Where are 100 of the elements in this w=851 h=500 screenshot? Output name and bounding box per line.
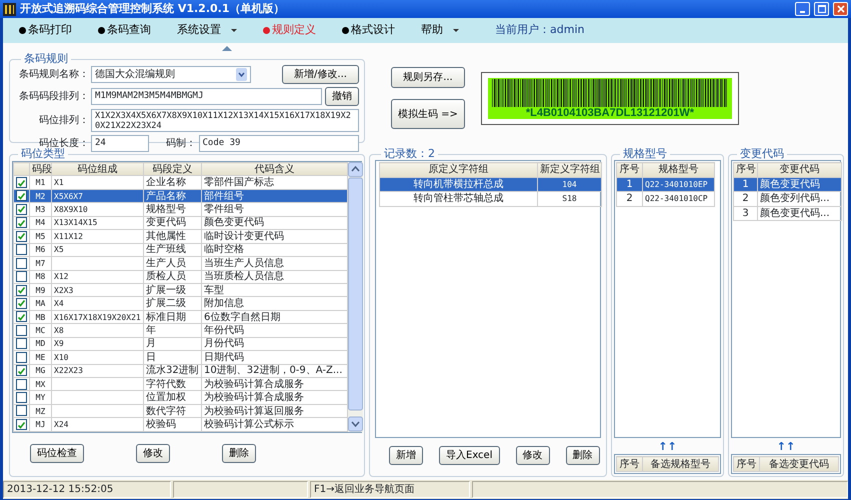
table-row[interactable]: 1 Q22-3401010EP xyxy=(616,177,714,192)
field-label: 条码规则名称： xyxy=(18,68,89,82)
table-cell: 为校验码计算返回服务 xyxy=(202,404,348,418)
table-cell: 为校验码计算合成服务 xyxy=(202,390,348,404)
menu-item[interactable]: 条码查询 xyxy=(96,22,153,39)
table-cell: 月 xyxy=(144,337,202,351)
position-sequence-field[interactable]: X1X2X3X4X5X6X7X8X9X10X11X12X13X14X15X16X17X18X19X20X21X22X23X24 xyxy=(91,109,359,132)
column-header[interactable]: 码位组成 xyxy=(52,162,144,176)
table-row[interactable]: M7 生产人员 当班生产人员信息 xyxy=(14,256,348,270)
column-header[interactable]: 序号 xyxy=(616,162,642,177)
column-header[interactable]: 序号 xyxy=(734,456,760,472)
field-label: 码位排列： xyxy=(38,114,89,128)
move-up-arrows[interactable]: ↑↑ xyxy=(731,440,841,454)
menu-item[interactable]: 格式设计 xyxy=(340,22,397,39)
table-cell: 6位数字自然日期 xyxy=(202,310,348,324)
table-cell: 生产班线 xyxy=(144,243,202,257)
action-button[interactable]: 新增 xyxy=(389,446,423,464)
table-cell: 其他属性 xyxy=(144,230,202,244)
table-row[interactable]: M2 X5X6X7 产品名称 部件组号 xyxy=(14,189,348,203)
table-row[interactable]: MA X4 扩展二级 附加信息 xyxy=(14,296,348,310)
length-field[interactable]: 24 xyxy=(91,135,149,152)
add-edit-button[interactable]: 新增/修改... xyxy=(282,65,359,84)
table-row[interactable]: M1 X1 企业名称 零部件国产标志 xyxy=(14,176,348,190)
column-header[interactable]: 代码含义 xyxy=(202,162,348,176)
move-up-arrows[interactable]: ↑↑ xyxy=(614,440,721,454)
segment-sequence-field[interactable]: M1M9MAM2M3M5M4MBMGMJ xyxy=(91,88,322,105)
action-button[interactable]: 码位检查 xyxy=(30,444,84,462)
column-header[interactable]: 变更代码 xyxy=(758,162,842,177)
table-row[interactable]: MC X8 年 年份代码 xyxy=(14,324,348,338)
table-cell: MZ xyxy=(30,404,52,418)
simulate-button[interactable]: 模拟生码 => xyxy=(391,99,465,129)
action-button[interactable]: 删除 xyxy=(222,444,256,462)
table-row[interactable]: MY 位置加权 为校验码计算合成服务 xyxy=(14,390,348,404)
current-user-label: 当前用户：admin xyxy=(495,22,584,38)
save-as-button[interactable]: 规则另存... xyxy=(391,67,465,88)
table-row[interactable]: M6 X5 生产班线 临时空格 xyxy=(14,243,348,257)
table-cell: 月份代码 xyxy=(202,337,348,351)
table-cell: 标准日期 xyxy=(144,310,202,324)
menu-item[interactable]: 帮助 xyxy=(419,22,461,39)
table-cell: S18 xyxy=(538,192,602,206)
table-row[interactable]: MG X22X23 流水32进制 10进制、32进制，0-9、A-Z... xyxy=(14,364,348,378)
table-cell: MB xyxy=(30,310,52,324)
table-cell: 颜色变更代码 xyxy=(758,177,842,192)
table-row[interactable]: 2 Q22-3401010CP xyxy=(616,192,714,206)
table-row[interactable]: MJ X24 校验码 校验码计算公式标示 xyxy=(14,418,348,432)
table-row[interactable]: M9 X2X3 扩展一级 车型 xyxy=(14,283,348,297)
table-row[interactable]: M4 X13X14X15 变更代码 颜色变更代码 xyxy=(14,216,348,230)
table-cell: 2 xyxy=(734,192,758,206)
barcode-text: *L4B0104103BA7DL13121201W* xyxy=(526,106,694,118)
table-cell: 104 xyxy=(538,177,602,192)
table-row[interactable]: MX 字符代数 为校验码计算合成服务 xyxy=(14,378,348,391)
column-header[interactable]: 规格型号 xyxy=(642,162,714,177)
table-cell: MX xyxy=(30,378,52,391)
table-row[interactable]: MD X9 月 月份代码 xyxy=(14,337,348,351)
table-row[interactable]: 1 颜色变更代码 xyxy=(734,177,842,192)
action-button[interactable]: 修改 xyxy=(136,444,170,462)
table-cell: 生产人员 xyxy=(144,256,202,270)
table-cell: X4 xyxy=(52,296,144,310)
group-title: 条码规则 xyxy=(23,53,69,65)
table-cell: 颜色变更代码 xyxy=(202,216,348,230)
column-header[interactable]: 备选变更代码 xyxy=(760,456,838,472)
action-button[interactable]: 导入Excel xyxy=(439,446,500,464)
menu-item[interactable]: 规则定义 xyxy=(261,22,318,39)
table-cell: 字符代数 xyxy=(144,378,202,391)
column-header[interactable]: 原定义字符组 xyxy=(380,162,538,177)
table-cell: MD xyxy=(30,337,52,351)
table-cell: M4 xyxy=(30,216,52,230)
menu-item[interactable]: 系统设置 xyxy=(175,22,239,39)
table-cell: 转向机带横拉杆总成 xyxy=(380,177,538,192)
rule-name-dropdown[interactable]: 德国大众混编规则 xyxy=(91,66,251,83)
table-row[interactable]: M3 X8X9X10 规格型号 零件组号 xyxy=(14,202,348,216)
group-title: 变更代码 xyxy=(739,148,785,160)
column-header[interactable]: 序号 xyxy=(734,162,758,177)
cancel-button[interactable]: 撤销 xyxy=(325,87,359,106)
table-cell: 零件组号 xyxy=(202,202,348,216)
table-cell: M6 xyxy=(30,243,52,257)
table-row[interactable]: 3 颜色变更代码... xyxy=(734,206,842,220)
table-row[interactable]: 转向机带横拉杆总成 104 xyxy=(380,177,602,192)
table-row[interactable]: 转向管柱带芯轴总成 S18 xyxy=(380,192,602,206)
table-row[interactable]: M8 X12 质检人员 当班质检人员信息 xyxy=(14,270,348,284)
action-button[interactable]: 删除 xyxy=(566,446,600,464)
table-cell: 3 xyxy=(734,206,758,220)
group-title: 码位类型 xyxy=(20,148,65,160)
table-cell: 临时设计变更代码 xyxy=(202,230,348,244)
column-header[interactable]: 新定义字符组 xyxy=(538,162,602,177)
column-header[interactable]: 备选规格型号 xyxy=(642,456,718,472)
column-header[interactable]: 序号 xyxy=(616,456,642,472)
table-row[interactable]: ME X10 日 日期代码 xyxy=(14,350,348,364)
barcode-type-field[interactable]: Code 39 xyxy=(198,135,359,152)
column-header[interactable]: 码段 xyxy=(30,162,52,176)
menu-item[interactable]: 条码打印 xyxy=(17,22,74,39)
table-row[interactable]: MZ 数代字符 为校验码计算返回服务 xyxy=(14,404,348,418)
table-row[interactable]: 2 颜色变列代码... xyxy=(734,192,842,206)
table-row[interactable]: MB X16X17X18X19X20X21 标准日期 6位数字自然日期 xyxy=(14,310,348,324)
column-header[interactable]: 码段定义 xyxy=(144,162,202,176)
table-cell: 车型 xyxy=(202,283,348,297)
table-cell: 零部件国产标志 xyxy=(202,176,348,190)
action-button[interactable]: 修改 xyxy=(516,446,550,464)
group-title: 记录数：2 xyxy=(383,148,436,160)
table-row[interactable]: M5 X11X12 其他属性 临时设计变更代码 xyxy=(14,230,348,244)
